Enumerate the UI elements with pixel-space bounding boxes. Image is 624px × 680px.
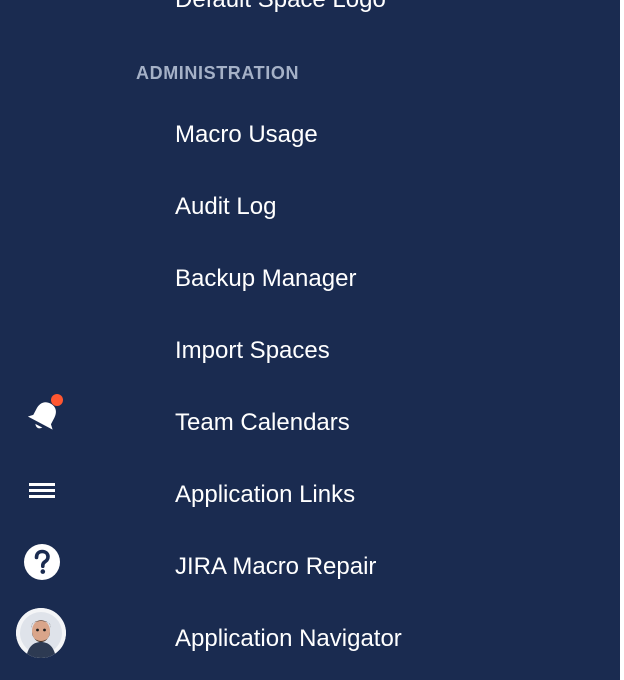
administration-menu: Macro Usage Audit Log Backup Manager Imp… xyxy=(175,112,402,680)
sidebar-item-import-spaces[interactable]: Import Spaces xyxy=(175,328,402,400)
window-edge xyxy=(620,0,624,680)
section-title-administration: ADMINISTRATION xyxy=(136,63,300,83)
sidebar-item-backup-manager[interactable]: Backup Manager xyxy=(175,256,402,328)
sidebar-item-team-calendars[interactable]: Team Calendars xyxy=(175,400,402,472)
menu-icon[interactable] xyxy=(26,476,58,504)
user-avatar[interactable] xyxy=(16,608,66,658)
sidebar-item-default-space-logo[interactable]: Default Space Logo xyxy=(175,0,386,14)
sidebar-item-application-links[interactable]: Application Links xyxy=(175,472,402,544)
sidebar-item-audit-log[interactable]: Audit Log xyxy=(175,184,402,256)
sidebar-item-application-navigator[interactable]: Application Navigator xyxy=(175,616,402,680)
notification-badge xyxy=(51,394,63,406)
sidebar-item-macro-usage[interactable]: Macro Usage xyxy=(175,112,402,184)
help-icon[interactable] xyxy=(22,542,62,582)
sidebar-item-jira-macro-repair[interactable]: JIRA Macro Repair xyxy=(175,544,402,616)
